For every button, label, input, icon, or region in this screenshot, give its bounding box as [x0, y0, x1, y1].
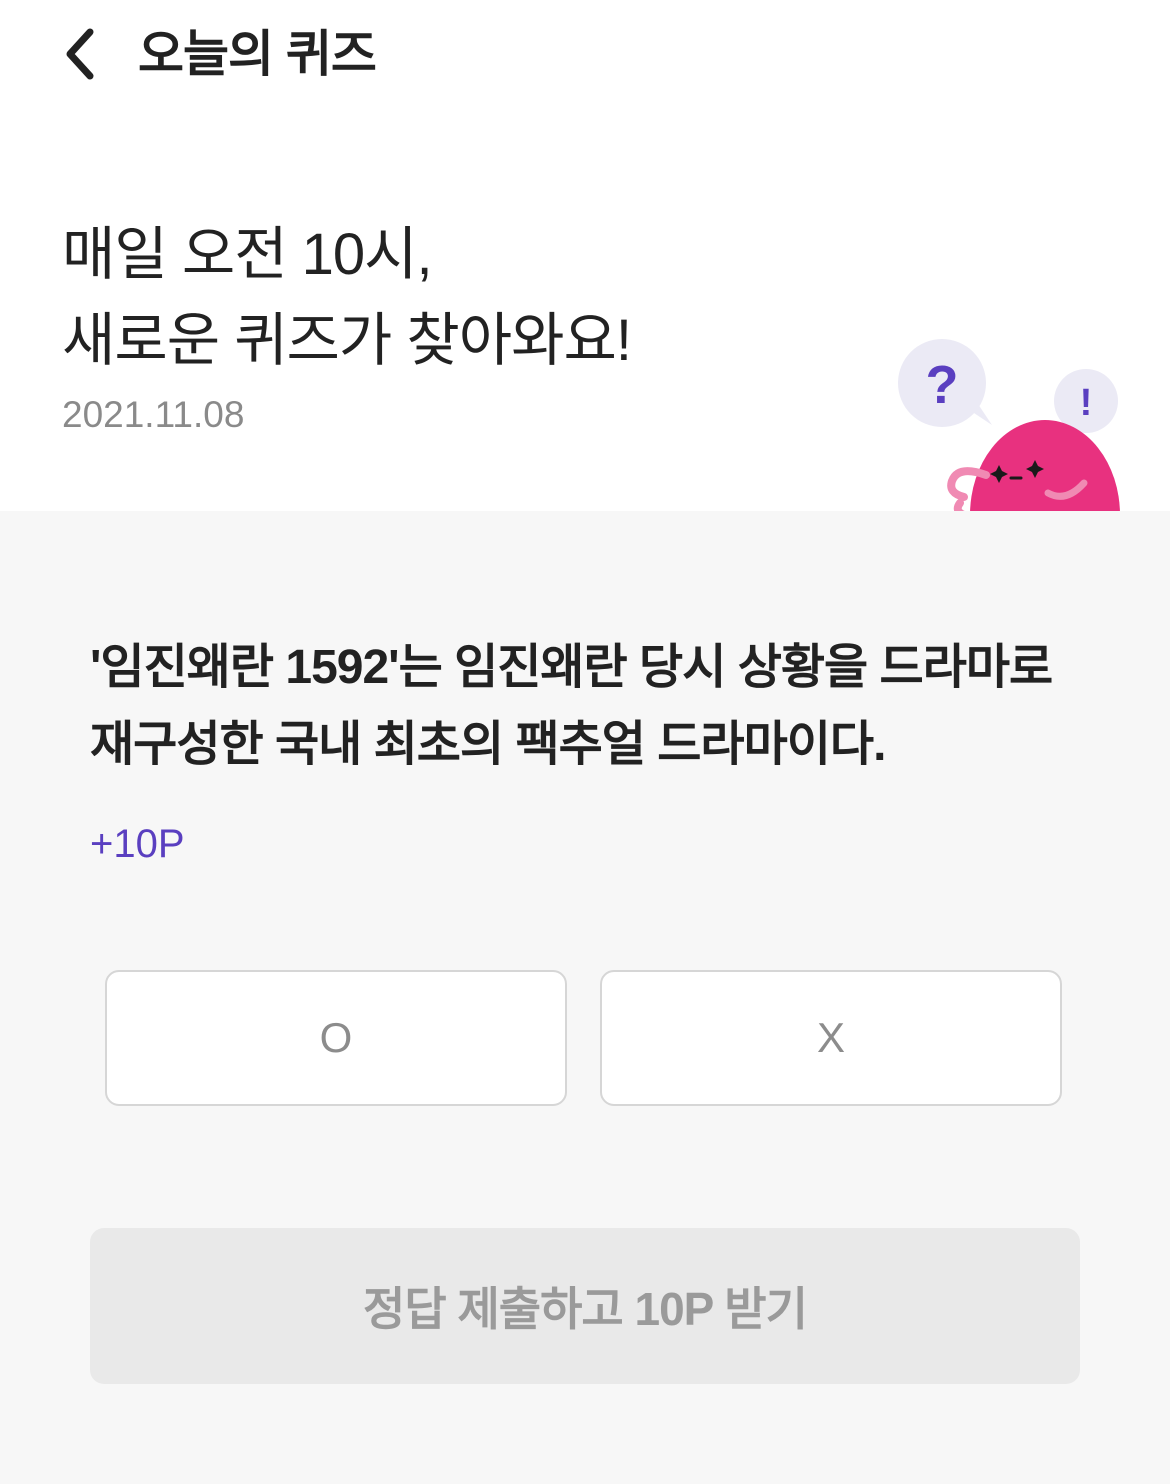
quiz-hero: 매일 오전 10시, 새로운 퀴즈가 찾아와요! 2021.11.08 ? ! [0, 110, 1170, 511]
headline-line-1: 매일 오전 10시, [62, 222, 433, 287]
quiz-date: 2021.11.08 [62, 394, 245, 435]
submit-answer-button[interactable]: 정답 제출하고 10P 받기 [90, 1228, 1080, 1384]
pink-character [947, 420, 1120, 511]
quiz-question: '임진왜란 1592'는 임진왜란 당시 상황을 드라마로 재구성한 국내 최초… [90, 641, 1053, 771]
question-mark: ? [926, 355, 959, 415]
back-button[interactable] [52, 22, 108, 86]
answer-o-button[interactable]: O [105, 970, 567, 1106]
mascot-illustration: ? ! [898, 339, 1120, 511]
exclamation-mark: ! [1080, 382, 1093, 424]
app-header: 오늘의 퀴즈 [0, 0, 1170, 110]
answer-x-button[interactable]: X [600, 970, 1062, 1106]
headline-line-2: 새로운 퀴즈가 찾아와요! [62, 308, 632, 373]
headline: 매일 오전 10시, 새로운 퀴즈가 찾아와요! [62, 212, 632, 384]
page-title: 오늘의 퀴즈 [138, 26, 377, 82]
points-reward: +10P [90, 822, 185, 866]
chevron-left-icon [66, 28, 94, 80]
quiz-section: '임진왜란 1592'는 임진왜란 당시 상황을 드라마로 재구성한 국내 최초… [0, 511, 1170, 1484]
question-bubble: ? [898, 339, 992, 427]
